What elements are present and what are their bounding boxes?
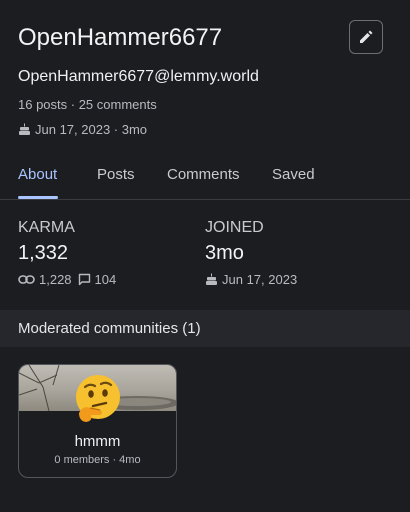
joined-label: JOINED — [205, 219, 264, 236]
cake-day: Jun 17, 2023 · 3mo — [18, 122, 147, 137]
karma-value: 1,332 — [18, 242, 69, 264]
community-name: hmmm — [74, 433, 121, 450]
comment-karma: 104 — [94, 272, 117, 287]
karma-breakdown: 1,228 104 — [18, 272, 116, 287]
joined-date-text: Jun 17, 2023 — [222, 272, 298, 287]
link-icon — [18, 273, 35, 286]
community-card-hmmm[interactable]: hmmm 0 members · 4mo — [18, 364, 177, 478]
tab-comments[interactable]: Comments — [167, 166, 240, 183]
post-comment-counts: 16 posts · 25 comments — [18, 97, 157, 112]
full-handle: OpenHammer6677@lemmy.world — [18, 68, 259, 85]
pencil-icon — [358, 29, 374, 45]
thinking-face-icon — [73, 373, 123, 425]
tab-saved[interactable]: Saved — [272, 166, 315, 183]
section-title: Moderated communities (1) — [18, 320, 201, 337]
tab-about[interactable]: About — [18, 166, 57, 183]
comment-icon — [78, 273, 91, 286]
cake-icon — [18, 123, 31, 136]
cake-day-text: Jun 17, 2023 · 3mo — [35, 122, 148, 137]
profile-tabs: About Posts Comments Saved — [0, 158, 410, 200]
username: OpenHammer6677 — [18, 24, 223, 51]
joined-date: Jun 17, 2023 — [205, 272, 297, 287]
tab-posts[interactable]: Posts — [97, 166, 135, 183]
edit-profile-button[interactable] — [349, 20, 383, 54]
cake-icon — [205, 273, 218, 286]
moderated-communities-header: Moderated communities (1) — [0, 310, 410, 347]
joined-value: 3mo — [205, 242, 244, 264]
active-tab-indicator — [18, 196, 58, 199]
community-meta: 0 members · 4mo — [54, 454, 141, 466]
post-karma: 1,228 — [39, 272, 72, 287]
karma-label: KARMA — [18, 219, 75, 236]
